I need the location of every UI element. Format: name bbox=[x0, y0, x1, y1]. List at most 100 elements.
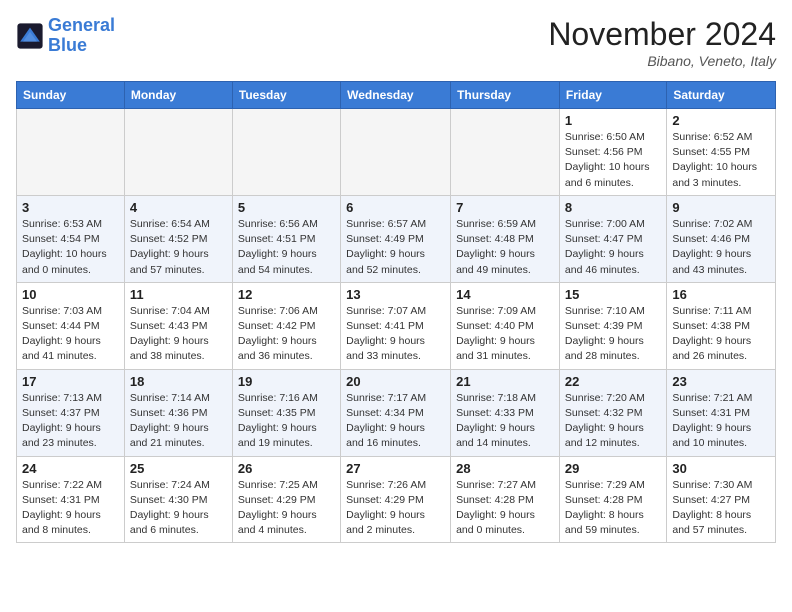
day-info: Sunrise: 7:10 AMSunset: 4:39 PMDaylight:… bbox=[565, 304, 661, 365]
day-number: 21 bbox=[456, 374, 554, 389]
calendar-day-cell: 10Sunrise: 7:03 AMSunset: 4:44 PMDayligh… bbox=[17, 282, 125, 369]
day-number: 12 bbox=[238, 287, 335, 302]
calendar-day-header: Monday bbox=[124, 82, 232, 109]
calendar-day-cell: 1 Sunrise: 6:50 AMSunset: 4:56 PMDaylight… bbox=[559, 109, 666, 196]
day-info: Sunrise: 7:22 AMSunset: 4:31 PMDaylight:… bbox=[22, 478, 119, 539]
calendar-day-header: Friday bbox=[559, 82, 666, 109]
calendar-day-cell bbox=[17, 109, 125, 196]
day-info: Sunrise: 7:06 AMSunset: 4:42 PMDaylight:… bbox=[238, 304, 335, 365]
day-number: 8 bbox=[565, 200, 661, 215]
calendar-day-cell: 23Sunrise: 7:21 AMSunset: 4:31 PMDayligh… bbox=[667, 369, 776, 456]
day-number: 26 bbox=[238, 461, 335, 476]
day-number: 28 bbox=[456, 461, 554, 476]
calendar-day-cell: 13 Sunrise: 7:07 AMSunset: 4:41 PMDayligh… bbox=[341, 282, 451, 369]
day-info: Sunrise: 7:21 AMSunset: 4:31 PMDaylight:… bbox=[672, 391, 770, 452]
calendar-day-cell: 9 Sunrise: 7:02 AMSunset: 4:46 PMDaylight… bbox=[667, 195, 776, 282]
day-info: Sunrise: 7:16 AMSunset: 4:35 PMDaylight:… bbox=[238, 391, 335, 452]
calendar-day-cell: 4 Sunrise: 6:54 AMSunset: 4:52 PMDaylight… bbox=[124, 195, 232, 282]
day-number: 22 bbox=[565, 374, 661, 389]
calendar-day-cell bbox=[341, 109, 451, 196]
day-info: Sunrise: 6:56 AMSunset: 4:51 PMDaylight:… bbox=[238, 217, 335, 278]
calendar-header-row: SundayMondayTuesdayWednesdayThursdayFrid… bbox=[17, 82, 776, 109]
day-number: 3 bbox=[22, 200, 119, 215]
logo-icon bbox=[16, 22, 44, 50]
calendar-day-header: Tuesday bbox=[232, 82, 340, 109]
calendar-table: SundayMondayTuesdayWednesdayThursdayFrid… bbox=[16, 81, 776, 543]
day-info: Sunrise: 6:57 AMSunset: 4:49 PMDaylight:… bbox=[346, 217, 445, 278]
day-info: Sunrise: 7:27 AMSunset: 4:28 PMDaylight:… bbox=[456, 478, 554, 539]
day-info: Sunrise: 7:02 AMSunset: 4:46 PMDaylight:… bbox=[672, 217, 770, 278]
calendar-day-cell bbox=[232, 109, 340, 196]
calendar-day-header: Saturday bbox=[667, 82, 776, 109]
day-number: 30 bbox=[672, 461, 770, 476]
day-number: 5 bbox=[238, 200, 335, 215]
logo-text: General Blue bbox=[48, 16, 115, 56]
calendar-day-cell: 6 Sunrise: 6:57 AMSunset: 4:49 PMDaylight… bbox=[341, 195, 451, 282]
day-info: Sunrise: 7:17 AMSunset: 4:34 PMDaylight:… bbox=[346, 391, 445, 452]
calendar-day-cell: 16 Sunrise: 7:11 AMSunset: 4:38 PMDayligh… bbox=[667, 282, 776, 369]
day-info: Sunrise: 7:18 AMSunset: 4:33 PMDaylight:… bbox=[456, 391, 554, 452]
day-number: 9 bbox=[672, 200, 770, 215]
day-info: Sunrise: 7:24 AMSunset: 4:30 PMDaylight:… bbox=[130, 478, 227, 539]
calendar-day-header: Wednesday bbox=[341, 82, 451, 109]
calendar-day-cell: 11Sunrise: 7:04 AMSunset: 4:43 PMDayligh… bbox=[124, 282, 232, 369]
calendar-day-cell: 30 Sunrise: 7:30 AMSunset: 4:27 PMDayligh… bbox=[667, 456, 776, 543]
day-number: 2 bbox=[672, 113, 770, 128]
calendar-day-cell: 14 Sunrise: 7:09 AMSunset: 4:40 PMDayligh… bbox=[451, 282, 560, 369]
calendar-day-cell: 7Sunrise: 6:59 AMSunset: 4:48 PMDaylight… bbox=[451, 195, 560, 282]
calendar-day-cell: 8Sunrise: 7:00 AMSunset: 4:47 PMDaylight… bbox=[559, 195, 666, 282]
logo-line1: General bbox=[48, 15, 115, 35]
day-number: 16 bbox=[672, 287, 770, 302]
calendar-day-cell: 26 Sunrise: 7:25 AMSunset: 4:29 PMDayligh… bbox=[232, 456, 340, 543]
calendar-day-cell: 2 Sunrise: 6:52 AMSunset: 4:55 PMDaylight… bbox=[667, 109, 776, 196]
calendar-day-header: Thursday bbox=[451, 82, 560, 109]
day-number: 15 bbox=[565, 287, 661, 302]
day-number: 4 bbox=[130, 200, 227, 215]
day-info: Sunrise: 7:11 AMSunset: 4:38 PMDaylight:… bbox=[672, 304, 770, 365]
day-info: Sunrise: 6:59 AMSunset: 4:48 PMDaylight:… bbox=[456, 217, 554, 278]
location: Bibano, Veneto, Italy bbox=[548, 53, 776, 69]
day-info: Sunrise: 7:13 AMSunset: 4:37 PMDaylight:… bbox=[22, 391, 119, 452]
logo: General Blue bbox=[16, 16, 115, 56]
day-number: 13 bbox=[346, 287, 445, 302]
day-info: Sunrise: 7:09 AMSunset: 4:40 PMDaylight:… bbox=[456, 304, 554, 365]
calendar-week-row: 10Sunrise: 7:03 AMSunset: 4:44 PMDayligh… bbox=[17, 282, 776, 369]
title-block: November 2024 Bibano, Veneto, Italy bbox=[548, 16, 776, 69]
calendar-day-cell: 20 Sunrise: 7:17 AMSunset: 4:34 PMDayligh… bbox=[341, 369, 451, 456]
calendar-day-cell: 12 Sunrise: 7:06 AMSunset: 4:42 PMDayligh… bbox=[232, 282, 340, 369]
calendar-day-header: Sunday bbox=[17, 82, 125, 109]
day-info: Sunrise: 6:50 AMSunset: 4:56 PMDaylight:… bbox=[565, 130, 661, 191]
calendar-week-row: 24 Sunrise: 7:22 AMSunset: 4:31 PMDayligh… bbox=[17, 456, 776, 543]
day-number: 14 bbox=[456, 287, 554, 302]
calendar-day-cell: 21 Sunrise: 7:18 AMSunset: 4:33 PMDayligh… bbox=[451, 369, 560, 456]
day-number: 27 bbox=[346, 461, 445, 476]
day-info: Sunrise: 6:52 AMSunset: 4:55 PMDaylight:… bbox=[672, 130, 770, 191]
calendar-day-cell: 18 Sunrise: 7:14 AMSunset: 4:36 PMDayligh… bbox=[124, 369, 232, 456]
day-number: 20 bbox=[346, 374, 445, 389]
day-number: 17 bbox=[22, 374, 119, 389]
calendar-day-cell: 15 Sunrise: 7:10 AMSunset: 4:39 PMDayligh… bbox=[559, 282, 666, 369]
day-info: Sunrise: 6:53 AMSunset: 4:54 PMDaylight:… bbox=[22, 217, 119, 278]
day-info: Sunrise: 7:07 AMSunset: 4:41 PMDaylight:… bbox=[346, 304, 445, 365]
day-info: Sunrise: 7:14 AMSunset: 4:36 PMDaylight:… bbox=[130, 391, 227, 452]
day-info: Sunrise: 7:25 AMSunset: 4:29 PMDaylight:… bbox=[238, 478, 335, 539]
calendar-day-cell: 22Sunrise: 7:20 AMSunset: 4:32 PMDayligh… bbox=[559, 369, 666, 456]
day-info: Sunrise: 7:26 AMSunset: 4:29 PMDaylight:… bbox=[346, 478, 445, 539]
calendar-day-cell: 24 Sunrise: 7:22 AMSunset: 4:31 PMDayligh… bbox=[17, 456, 125, 543]
calendar-day-cell bbox=[124, 109, 232, 196]
logo-line2: Blue bbox=[48, 35, 87, 55]
day-number: 10 bbox=[22, 287, 119, 302]
day-number: 24 bbox=[22, 461, 119, 476]
calendar-week-row: 17 Sunrise: 7:13 AMSunset: 4:37 PMDayligh… bbox=[17, 369, 776, 456]
calendar-day-cell bbox=[451, 109, 560, 196]
day-number: 1 bbox=[565, 113, 661, 128]
calendar-week-row: 1 Sunrise: 6:50 AMSunset: 4:56 PMDaylight… bbox=[17, 109, 776, 196]
page-header: General Blue November 2024 Bibano, Venet… bbox=[16, 16, 776, 69]
calendar-day-cell: 19Sunrise: 7:16 AMSunset: 4:35 PMDayligh… bbox=[232, 369, 340, 456]
day-info: Sunrise: 7:30 AMSunset: 4:27 PMDaylight:… bbox=[672, 478, 770, 539]
day-number: 29 bbox=[565, 461, 661, 476]
calendar-day-cell: 25Sunrise: 7:24 AMSunset: 4:30 PMDayligh… bbox=[124, 456, 232, 543]
day-number: 18 bbox=[130, 374, 227, 389]
day-info: Sunrise: 6:54 AMSunset: 4:52 PMDaylight:… bbox=[130, 217, 227, 278]
day-number: 6 bbox=[346, 200, 445, 215]
